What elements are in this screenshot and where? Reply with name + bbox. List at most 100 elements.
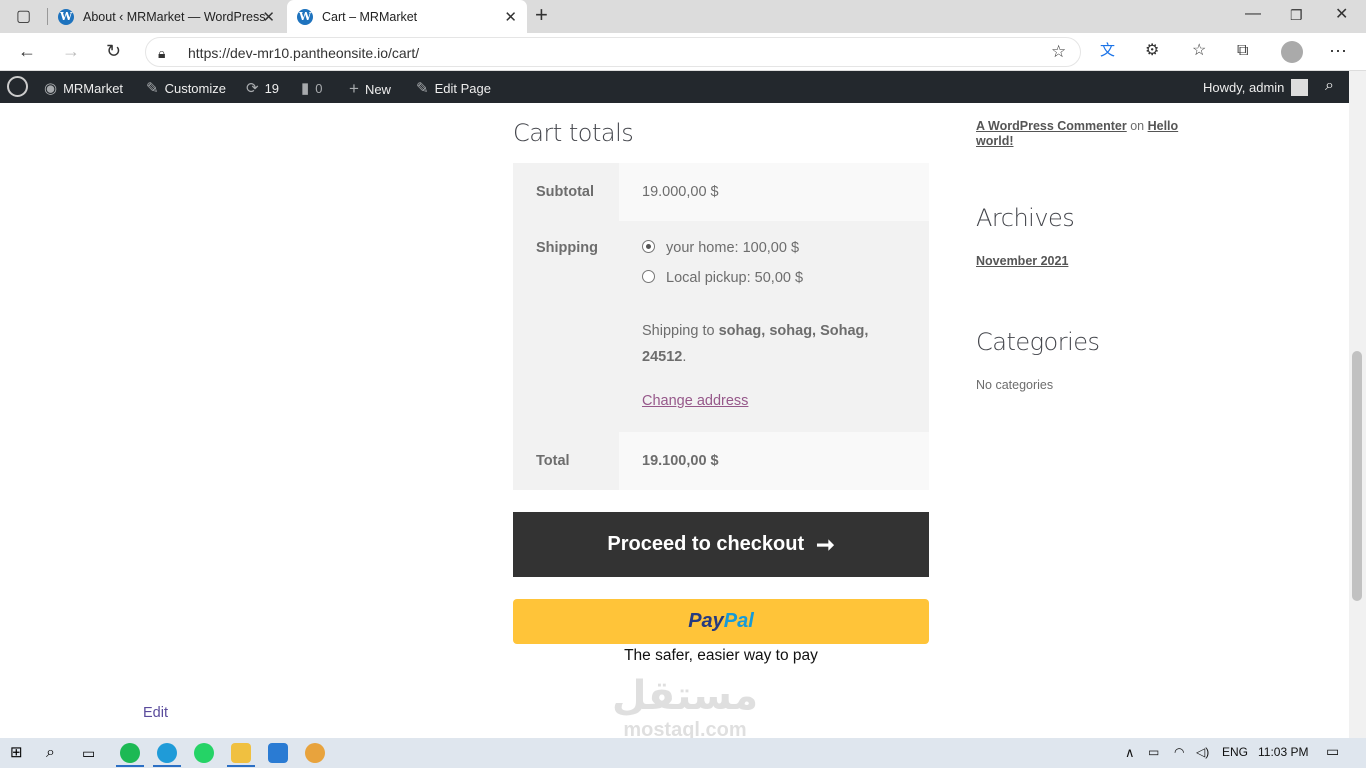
close-tab-icon[interactable]: ✕ (504, 8, 517, 26)
search-icon[interactable]: ⌕ (46, 743, 55, 763)
avatar (1291, 79, 1309, 96)
wordpress-logo-icon[interactable] (7, 76, 28, 97)
no-categories-text: No categories (976, 378, 1054, 392)
radio-selected[interactable] (642, 240, 655, 253)
tab-about-wordpress[interactable]: About ‹ MRMarket — WordPress ✕ (48, 0, 286, 33)
browser-toolbar: ← → ↻ 🔒︎ https://dev-mr10.pantheonsite.i… (0, 33, 1366, 71)
watermark-latin: mostaql.com (623, 719, 747, 738)
proceed-to-checkout-button[interactable]: Proceed to checkout ➞ (513, 512, 929, 577)
shipping-option-home[interactable]: your home: 100,00 $ (642, 240, 799, 256)
task-view-icon[interactable]: ▭ (82, 743, 95, 763)
cart-totals-table: Subtotal 19.000,00 $ Shipping your home:… (513, 163, 929, 490)
edge-icon[interactable] (157, 743, 177, 763)
total-label: Total (513, 432, 619, 490)
lock-icon: 🔒︎ (158, 45, 166, 61)
vscode-icon[interactable] (268, 743, 288, 763)
updates-link[interactable]: ⟳ 19 (246, 79, 279, 97)
notifications-icon[interactable]: ▭ (1326, 743, 1339, 760)
refresh-icon[interactable]: ↻ (106, 39, 121, 63)
windows-start-icon[interactable]: ⊞ (10, 743, 23, 763)
tab-title: Cart – MRMarket (322, 9, 418, 24)
edit-page-label: Edit Page (434, 80, 491, 96)
page-content: Cart totals Subtotal 19.000,00 $ Shippin… (0, 103, 1349, 738)
customize-link[interactable]: ✎ Customize (146, 79, 226, 97)
clock[interactable]: 11:03 PM (1258, 745, 1308, 759)
tab-cart[interactable]: Cart – MRMarket ✕ (287, 0, 527, 33)
categories-title: Categories (976, 328, 1100, 356)
account-menu[interactable]: Howdy, admin (1203, 79, 1309, 96)
new-tab-icon[interactable]: + (535, 3, 548, 27)
paypal-logo-pal: Pal (723, 610, 754, 632)
comments-count: 0 (315, 80, 323, 96)
paypal-tagline: The safer, easier way to pay (624, 647, 818, 664)
url-text[interactable]: https://dev-mr10.pantheonsite.io/cart/ (188, 45, 419, 61)
updates-icon: ⟳ (246, 80, 259, 97)
greeting-text: Howdy, admin (1203, 80, 1285, 95)
paypal-button[interactable]: Pay Pal (513, 599, 929, 644)
translate-icon[interactable]: 文 (1100, 39, 1115, 63)
close-window-icon[interactable]: ✕ (1335, 3, 1348, 27)
active-indicator (153, 765, 181, 767)
customize-label: Customize (164, 80, 226, 96)
tab-title: About ‹ MRMarket — WordPress (83, 9, 266, 24)
option-label: your home: 100,00 $ (666, 240, 800, 256)
total-value: 19.100,00 $ (619, 432, 929, 490)
new-label: New (364, 81, 391, 97)
shipping-option-pickup[interactable]: Local pickup: 50,00 $ (642, 270, 803, 286)
radio-unselected[interactable] (642, 270, 655, 283)
dashboard-icon: ◉ (44, 80, 58, 97)
cart-totals-title: Cart totals (513, 119, 634, 147)
site-name: MRMarket (63, 80, 124, 96)
comments-link[interactable]: ▮ 0 (301, 79, 323, 97)
profile-icon[interactable] (1281, 41, 1303, 63)
browser-tab-strip: ▢ About ‹ MRMarket — WordPress ✕ Cart – … (0, 0, 1366, 33)
chrome-icon[interactable] (305, 743, 325, 763)
volume-icon[interactable]: ◁) (1196, 745, 1209, 759)
search-icon[interactable]: ⌕ (1325, 77, 1334, 95)
collections-icon[interactable]: ⧉ (1237, 39, 1248, 63)
wifi-icon[interactable]: ◠ (1174, 745, 1184, 759)
comment-icon: ▮ (301, 80, 310, 97)
file-explorer-icon[interactable] (231, 743, 251, 763)
extensions-icon[interactable]: ⚙ (1145, 39, 1159, 63)
minimize-icon[interactable]: — (1245, 2, 1261, 26)
back-icon[interactable]: ← (18, 39, 36, 63)
updates-count: 19 (264, 80, 280, 96)
wp-admin-bar: ◉ MRMarket ✎ Customize ⟳ 19 ▮ 0 + New ✎ … (0, 71, 1349, 103)
subtotal-label: Subtotal (513, 163, 619, 221)
recent-comment: A WordPress Commenter on Hello world! (976, 119, 1196, 149)
watermark-arabic: مستقل (611, 673, 759, 719)
battery-icon[interactable]: ▭ (1148, 745, 1159, 759)
archive-link[interactable]: November 2021 (976, 254, 1068, 268)
more-icon[interactable]: ⋯ (1329, 39, 1347, 63)
option-label: Local pickup: 50,00 $ (666, 270, 804, 286)
brush-icon: ✎ (146, 80, 159, 97)
address-bar[interactable]: 🔒︎ https://dev-mr10.pantheonsite.io/cart… (145, 37, 1081, 67)
edit-page-link[interactable]: ✎ Edit Page (416, 79, 491, 97)
new-content-link[interactable]: + New (349, 79, 391, 99)
active-indicator (116, 765, 144, 767)
subtotal-value: 19.000,00 $ (619, 163, 929, 221)
add-favorite-icon[interactable]: ☆ (1051, 40, 1066, 64)
forward-icon[interactable]: → (62, 39, 80, 63)
shipping-to-suffix: . (682, 349, 687, 365)
scrollbar-thumb[interactable] (1352, 351, 1362, 601)
restore-icon[interactable]: ❐ (1290, 3, 1303, 27)
shipping-destination: Shipping to sohag, sohag, Sohag, 24512. (642, 318, 902, 370)
show-hidden-icons[interactable]: ∧ (1125, 745, 1135, 761)
wordpress-icon (297, 8, 313, 25)
comment-on-text: on (1130, 119, 1145, 133)
favorites-icon[interactable]: ☆ (1192, 39, 1206, 63)
comment-author-link[interactable]: A WordPress Commenter (976, 119, 1127, 133)
active-indicator (227, 765, 255, 767)
whatsapp-icon[interactable] (194, 743, 214, 763)
archives-title: Archives (976, 204, 1075, 232)
spotify-icon[interactable] (120, 743, 140, 763)
change-address-link[interactable]: Change address (642, 393, 748, 409)
tab-actions-icon[interactable]: ▢ (16, 5, 31, 29)
shipping-to-prefix: Shipping to (642, 323, 719, 339)
close-tab-icon[interactable]: ✕ (262, 8, 275, 26)
language-indicator[interactable]: ENG (1222, 745, 1248, 759)
site-name-link[interactable]: ◉ MRMarket (44, 79, 123, 97)
edit-link[interactable]: Edit (143, 705, 168, 721)
